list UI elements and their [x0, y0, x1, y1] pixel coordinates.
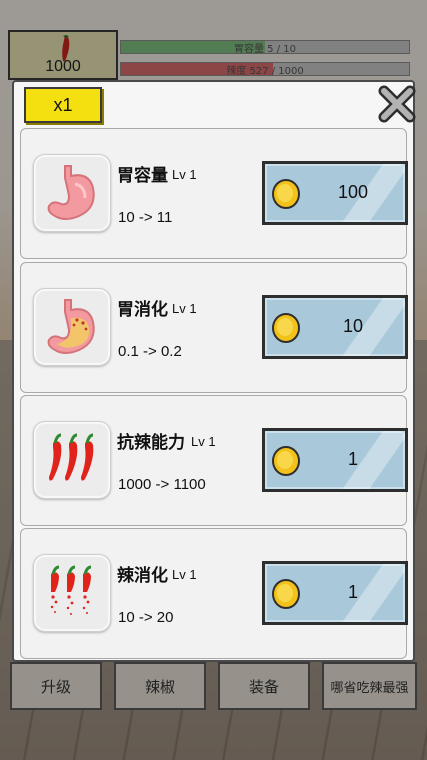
upgrade-level: Lv 1 [172, 567, 197, 582]
upgrade-icon-box [33, 288, 111, 366]
coin-icon [272, 579, 300, 609]
upgrade-price: 1 [347, 582, 358, 602]
upgrade-change: 10 -> 20 [118, 609, 174, 626]
buy-upgrade-button[interactable]: 1 [262, 561, 408, 625]
upgrade-icon-box [33, 421, 111, 499]
upgrade-price: 1 [347, 449, 358, 469]
buy-upgrade-button[interactable]: 10 [262, 295, 408, 359]
upgrade-card-stomach-digestion: 胃消化 Lv 1 0.1 -> 0.2 10 [20, 262, 408, 393]
upgrade-card-spicy-digestion: 辣消化 Lv 1 10 -> 20 1 [20, 528, 408, 659]
upgrade-name: 胃容量 [117, 166, 168, 186]
upgrade-level: Lv 1 [191, 434, 216, 449]
upgrade-name: 辣消化 [117, 566, 168, 586]
upgrade-name: 抗辣能力 [117, 433, 185, 453]
dissolving-chili-icon [50, 565, 92, 615]
chili-peppers-icon [49, 433, 94, 481]
multiplier-button[interactable]: x1 [24, 87, 102, 123]
upgrade-name: 胃消化 [117, 300, 168, 320]
digesting-stomach-icon [47, 299, 95, 354]
upgrade-card-stomach-capacity: 胃容量 Lv 1 10 -> 11 100 [20, 128, 408, 259]
upgrade-dialog: x1 胃容量 Lv 1 10 -> 11 100 胃消化 Lv 1 0.1 ->… [12, 80, 418, 662]
upgrade-icon-box [33, 154, 111, 232]
upgrade-change: 0.1 -> 0.2 [118, 343, 182, 360]
upgrade-price: 100 [337, 182, 369, 202]
buy-upgrade-button[interactable]: 1 [262, 428, 408, 492]
coin-icon [272, 179, 300, 209]
upgrade-level: Lv 1 [172, 301, 197, 316]
upgrade-change: 10 -> 11 [118, 209, 173, 226]
upgrade-icon-box [33, 554, 111, 632]
stomach-icon [47, 165, 95, 220]
coin-icon [272, 446, 300, 476]
buy-upgrade-button[interactable]: 100 [262, 161, 408, 225]
upgrade-level: Lv 1 [172, 167, 197, 182]
upgrade-price: 10 [342, 316, 364, 336]
upgrade-card-spicy-resistance: 抗辣能力 Lv 1 1000 -> 1100 1 [20, 395, 408, 526]
close-icon[interactable] [376, 83, 418, 125]
upgrade-change: 1000 -> 1100 [118, 476, 206, 493]
coin-icon [272, 313, 300, 343]
